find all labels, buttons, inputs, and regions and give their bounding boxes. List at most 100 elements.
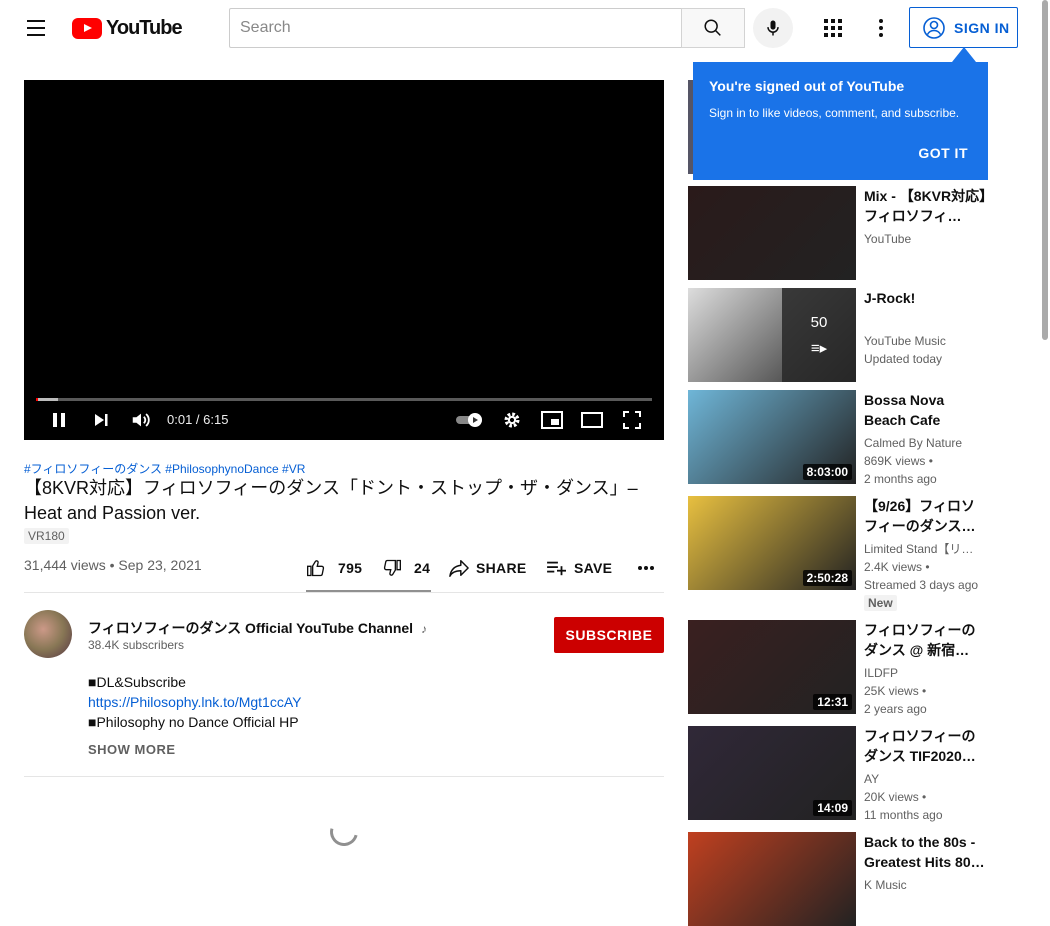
- theater-mode-button[interactable]: [574, 402, 610, 438]
- popup-text: Sign in to like videos, comment, and sub…: [709, 106, 960, 120]
- apps-grid-icon: [824, 19, 842, 37]
- youtube-logo-icon: [72, 18, 102, 39]
- recommendation-item[interactable]: 14:09 フィロソフィーのダンス TIF2020… AY 20K views • 11…: [688, 726, 988, 822]
- view-count: 31,444 views • Sep 23, 2021: [24, 557, 202, 573]
- menu-icon[interactable]: [16, 8, 56, 48]
- recommendation-item[interactable]: 50 ≡▸ J-Rock! YouTube Music Updated today: [688, 288, 988, 382]
- share-button[interactable]: SHARE: [448, 548, 527, 588]
- video-thumbnail[interactable]: 2:50:28: [688, 496, 856, 590]
- video-player[interactable]: 0:01 / 6:15: [24, 80, 664, 440]
- thumbs-up-icon: [307, 560, 325, 577]
- recommendation-title[interactable]: Bossa Nova Beach Cafe Ambience…: [864, 390, 988, 430]
- show-more-button[interactable]: SHOW MORE: [88, 742, 176, 757]
- recommendation-title[interactable]: フィロソフィーのダンス @ 新宿…: [864, 620, 988, 660]
- pause-icon: [53, 413, 65, 427]
- video-title: 【8KVR対応】フィロソフィーのダンス「ドント・ストップ・ザ・ダンス」– Hea…: [24, 478, 638, 523]
- progress-bar[interactable]: [36, 398, 652, 401]
- description-link[interactable]: https://Philosophy.lnk.to/Mgt1ccAY: [88, 694, 301, 710]
- recommendation-item[interactable]: Mix - 【8KVR対応】フィロソフィ… YouTube: [688, 186, 988, 280]
- recommendation-item[interactable]: 2:50:28 【9/26】フィロソフィーのダンス… Limited Stand【リ…: [688, 496, 988, 611]
- video-thumbnail[interactable]: [688, 832, 856, 926]
- music-note-icon: ♪: [420, 622, 427, 636]
- mute-button[interactable]: [123, 402, 159, 438]
- account-icon: [923, 16, 945, 39]
- recommendation-title[interactable]: Mix - 【8KVR対応】フィロソフィ…: [864, 186, 988, 226]
- popup-arrow: [952, 47, 976, 62]
- scrollbar-thumb[interactable]: [1042, 0, 1048, 340]
- video-thumbnail[interactable]: 12:31: [688, 620, 856, 714]
- save-button[interactable]: SAVE: [546, 548, 612, 588]
- search-icon: [704, 19, 721, 36]
- voice-search-button[interactable]: [753, 8, 793, 48]
- recommendation-meta: 2 months ago: [864, 472, 937, 486]
- masthead: YouTube Search SIGN IN: [0, 0, 1050, 56]
- fullscreen-button[interactable]: [614, 402, 650, 438]
- player-controls: 0:01 / 6:15: [24, 402, 664, 438]
- recommendation-meta: 11 months ago: [864, 808, 943, 822]
- duration-badge: 12:31: [813, 694, 852, 710]
- got-it-button[interactable]: GOT IT: [918, 145, 968, 161]
- recommendation-meta: 25K views •: [864, 684, 927, 698]
- recommendation-meta: AY: [864, 772, 880, 786]
- channel-name-link[interactable]: フィロソフィーのダンス Official YouTube Channel ♪: [88, 618, 427, 638]
- logo-text: YouTube: [106, 17, 183, 39]
- recommendation-meta: 869K views •: [864, 454, 933, 468]
- recommendation-title[interactable]: 【9/26】フィロソフィーのダンス…: [864, 496, 988, 536]
- like-count: 795: [338, 560, 363, 576]
- settings-button[interactable]: [494, 402, 530, 438]
- recommendation-meta: 20K views •: [864, 790, 927, 804]
- theater-icon: [581, 412, 603, 428]
- recommendation-meta: YouTube Music: [864, 334, 946, 348]
- pause-button[interactable]: [41, 402, 77, 438]
- miniplayer-icon: [541, 411, 563, 429]
- youtube-logo[interactable]: YouTube: [72, 17, 183, 40]
- playlist-overlay: 50 ≡▸: [782, 288, 856, 382]
- apps-button[interactable]: [813, 8, 853, 48]
- channel-avatar[interactable]: [24, 610, 72, 658]
- new-badge: New: [864, 595, 897, 611]
- signed-out-popup: You're signed out of YouTube Sign in to …: [693, 62, 988, 180]
- recommendation-item[interactable]: 12:31 フィロソフィーのダンス @ 新宿… ILDFP 25K views • 2 …: [688, 620, 988, 716]
- search-input[interactable]: Search: [229, 8, 682, 48]
- recommendation-title[interactable]: Back to the 80s - Greatest Hits 80…: [864, 832, 988, 872]
- more-horiz-icon: [638, 566, 654, 570]
- description-line: ■DL&Subscribe: [88, 674, 186, 690]
- like-button[interactable]: 795: [306, 548, 362, 588]
- divider: [24, 592, 664, 593]
- next-button[interactable]: [83, 402, 119, 438]
- more-actions-button[interactable]: [628, 548, 664, 588]
- video-thumbnail[interactable]: 8:03:00: [688, 390, 856, 484]
- dislike-button[interactable]: 24: [382, 548, 430, 588]
- share-label: SHARE: [476, 560, 527, 576]
- recommendation-meta: Limited Stand【リ…: [864, 542, 974, 556]
- settings-menu-button[interactable]: [861, 8, 901, 48]
- dislike-count: 24: [414, 560, 431, 576]
- video-thumbnail[interactable]: 50 ≡▸: [688, 288, 856, 382]
- duration-badge: 2:50:28: [802, 570, 852, 586]
- recommendation-title[interactable]: J-Rock!: [864, 288, 988, 308]
- search-placeholder: Search: [240, 19, 291, 36]
- duration-badge: 8:03:00: [802, 464, 852, 480]
- autoplay-toggle[interactable]: [450, 402, 490, 438]
- video-thumbnail[interactable]: 14:09: [688, 726, 856, 820]
- save-label: SAVE: [574, 560, 613, 576]
- popup-title: You're signed out of YouTube: [709, 78, 905, 94]
- thumbs-down-icon: [383, 559, 401, 576]
- sign-in-button[interactable]: SIGN IN: [909, 7, 1018, 48]
- recommendation-item[interactable]: 8:03:00 Bossa Nova Beach Cafe Ambience… Ca…: [688, 390, 988, 486]
- video-thumbnail[interactable]: [688, 186, 856, 280]
- subscriber-count: 38.4K subscribers: [88, 638, 185, 652]
- recommendation-item[interactable]: Back to the 80s - Greatest Hits 80… K Mus…: [688, 832, 988, 926]
- search-button[interactable]: [681, 8, 745, 48]
- hashtags[interactable]: #フィロソフィーのダンス #PhilosophynoDance #VR: [24, 460, 305, 477]
- recommendation-meta: Updated today: [864, 352, 943, 366]
- subscribe-label: SUBSCRIBE: [565, 627, 653, 643]
- fullscreen-icon: [623, 411, 641, 429]
- skip-next-icon: [95, 414, 108, 426]
- loading-spinner: [324, 812, 364, 852]
- recommendation-title[interactable]: フィロソフィーのダンス TIF2020…: [864, 726, 988, 766]
- recommendation-meta: Streamed 3 days ago: [864, 578, 979, 592]
- subscribe-button[interactable]: SUBSCRIBE: [554, 617, 664, 653]
- duration-badge: 14:09: [813, 800, 852, 816]
- miniplayer-button[interactable]: [534, 402, 570, 438]
